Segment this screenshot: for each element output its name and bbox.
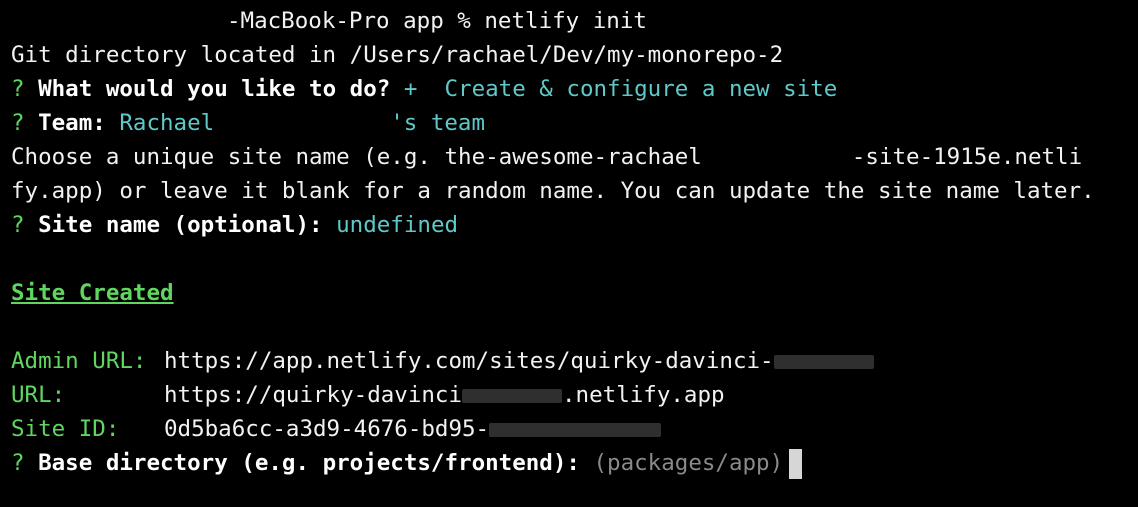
site-created-text: Site Created bbox=[11, 280, 174, 306]
command-text: netlify init bbox=[484, 8, 647, 34]
url-row: URL: https://quirky-davinci .netlify.app bbox=[11, 378, 1138, 412]
redaction-bar bbox=[489, 422, 662, 437]
choose-name-line-2: fy.app) or leave it blank for a random n… bbox=[11, 178, 1095, 204]
admin-url-label: Admin URL: bbox=[11, 348, 147, 374]
choose-name-text-end: -site-1915e.netli bbox=[851, 144, 1083, 170]
redaction-bar bbox=[773, 354, 874, 369]
question-site-name: ? Site name (optional): undefined bbox=[11, 208, 1138, 242]
admin-url-value: https://app.netlify.com/sites/quirky-dav… bbox=[164, 348, 774, 374]
question-label: Base directory (e.g. projects/frontend): bbox=[38, 450, 580, 476]
question-label: Team: bbox=[38, 110, 106, 136]
choose-name-line-1: Choose a unique site name (e.g. the-awes… bbox=[11, 140, 1138, 174]
url-value-end: .netlify.app bbox=[562, 382, 725, 408]
redaction-bar bbox=[462, 388, 563, 403]
question-answer: undefined bbox=[336, 212, 459, 238]
prompt-host-suffix: -MacBook-Pro app % bbox=[227, 8, 485, 34]
url-label: URL: bbox=[11, 382, 66, 408]
question-team: ? Team: Rachael 's team bbox=[11, 106, 1138, 140]
git-directory-line: Git directory located in /Users/rachael/… bbox=[11, 42, 784, 68]
url-value-start: https://quirky-davinci bbox=[164, 382, 463, 408]
site-id-value: 0d5ba6cc-a3d9-4676-bd95- bbox=[164, 416, 490, 442]
question-base-directory: ? Base directory (e.g. projects/frontend… bbox=[11, 446, 1138, 480]
question-mark-icon: ? bbox=[11, 76, 25, 102]
team-answer-end: 's team bbox=[390, 110, 486, 136]
text-cursor[interactable] bbox=[789, 448, 803, 479]
site-id-row: Site ID: 0d5ba6cc-a3d9-4676-bd95- bbox=[11, 412, 1138, 446]
command-line: -MacBook-Pro app % netlify init bbox=[11, 4, 1138, 38]
base-directory-default[interactable]: (packages/app) bbox=[594, 450, 784, 476]
question-mark-icon: ? bbox=[11, 450, 25, 476]
question-mark-icon: ? bbox=[11, 110, 25, 136]
site-created-heading: Site Created bbox=[11, 276, 1138, 310]
question-what-to-do: ? What would you like to do? + Create & … bbox=[11, 72, 1138, 106]
choose-name-text-start: Choose a unique site name (e.g. the-awes… bbox=[11, 144, 702, 170]
question-answer: + Create & configure a new site bbox=[403, 76, 838, 102]
site-id-label: Site ID: bbox=[11, 416, 120, 442]
team-answer-start: Rachael bbox=[119, 110, 215, 136]
terminal-window: -MacBook-Pro app % netlify init Git dire… bbox=[0, 0, 1138, 507]
question-label: What would you like to do? bbox=[38, 76, 391, 102]
question-label: Site name (optional): bbox=[38, 212, 323, 238]
question-mark-icon: ? bbox=[11, 212, 25, 238]
admin-url-row: Admin URL: https://app.netlify.com/sites/… bbox=[11, 344, 1138, 378]
